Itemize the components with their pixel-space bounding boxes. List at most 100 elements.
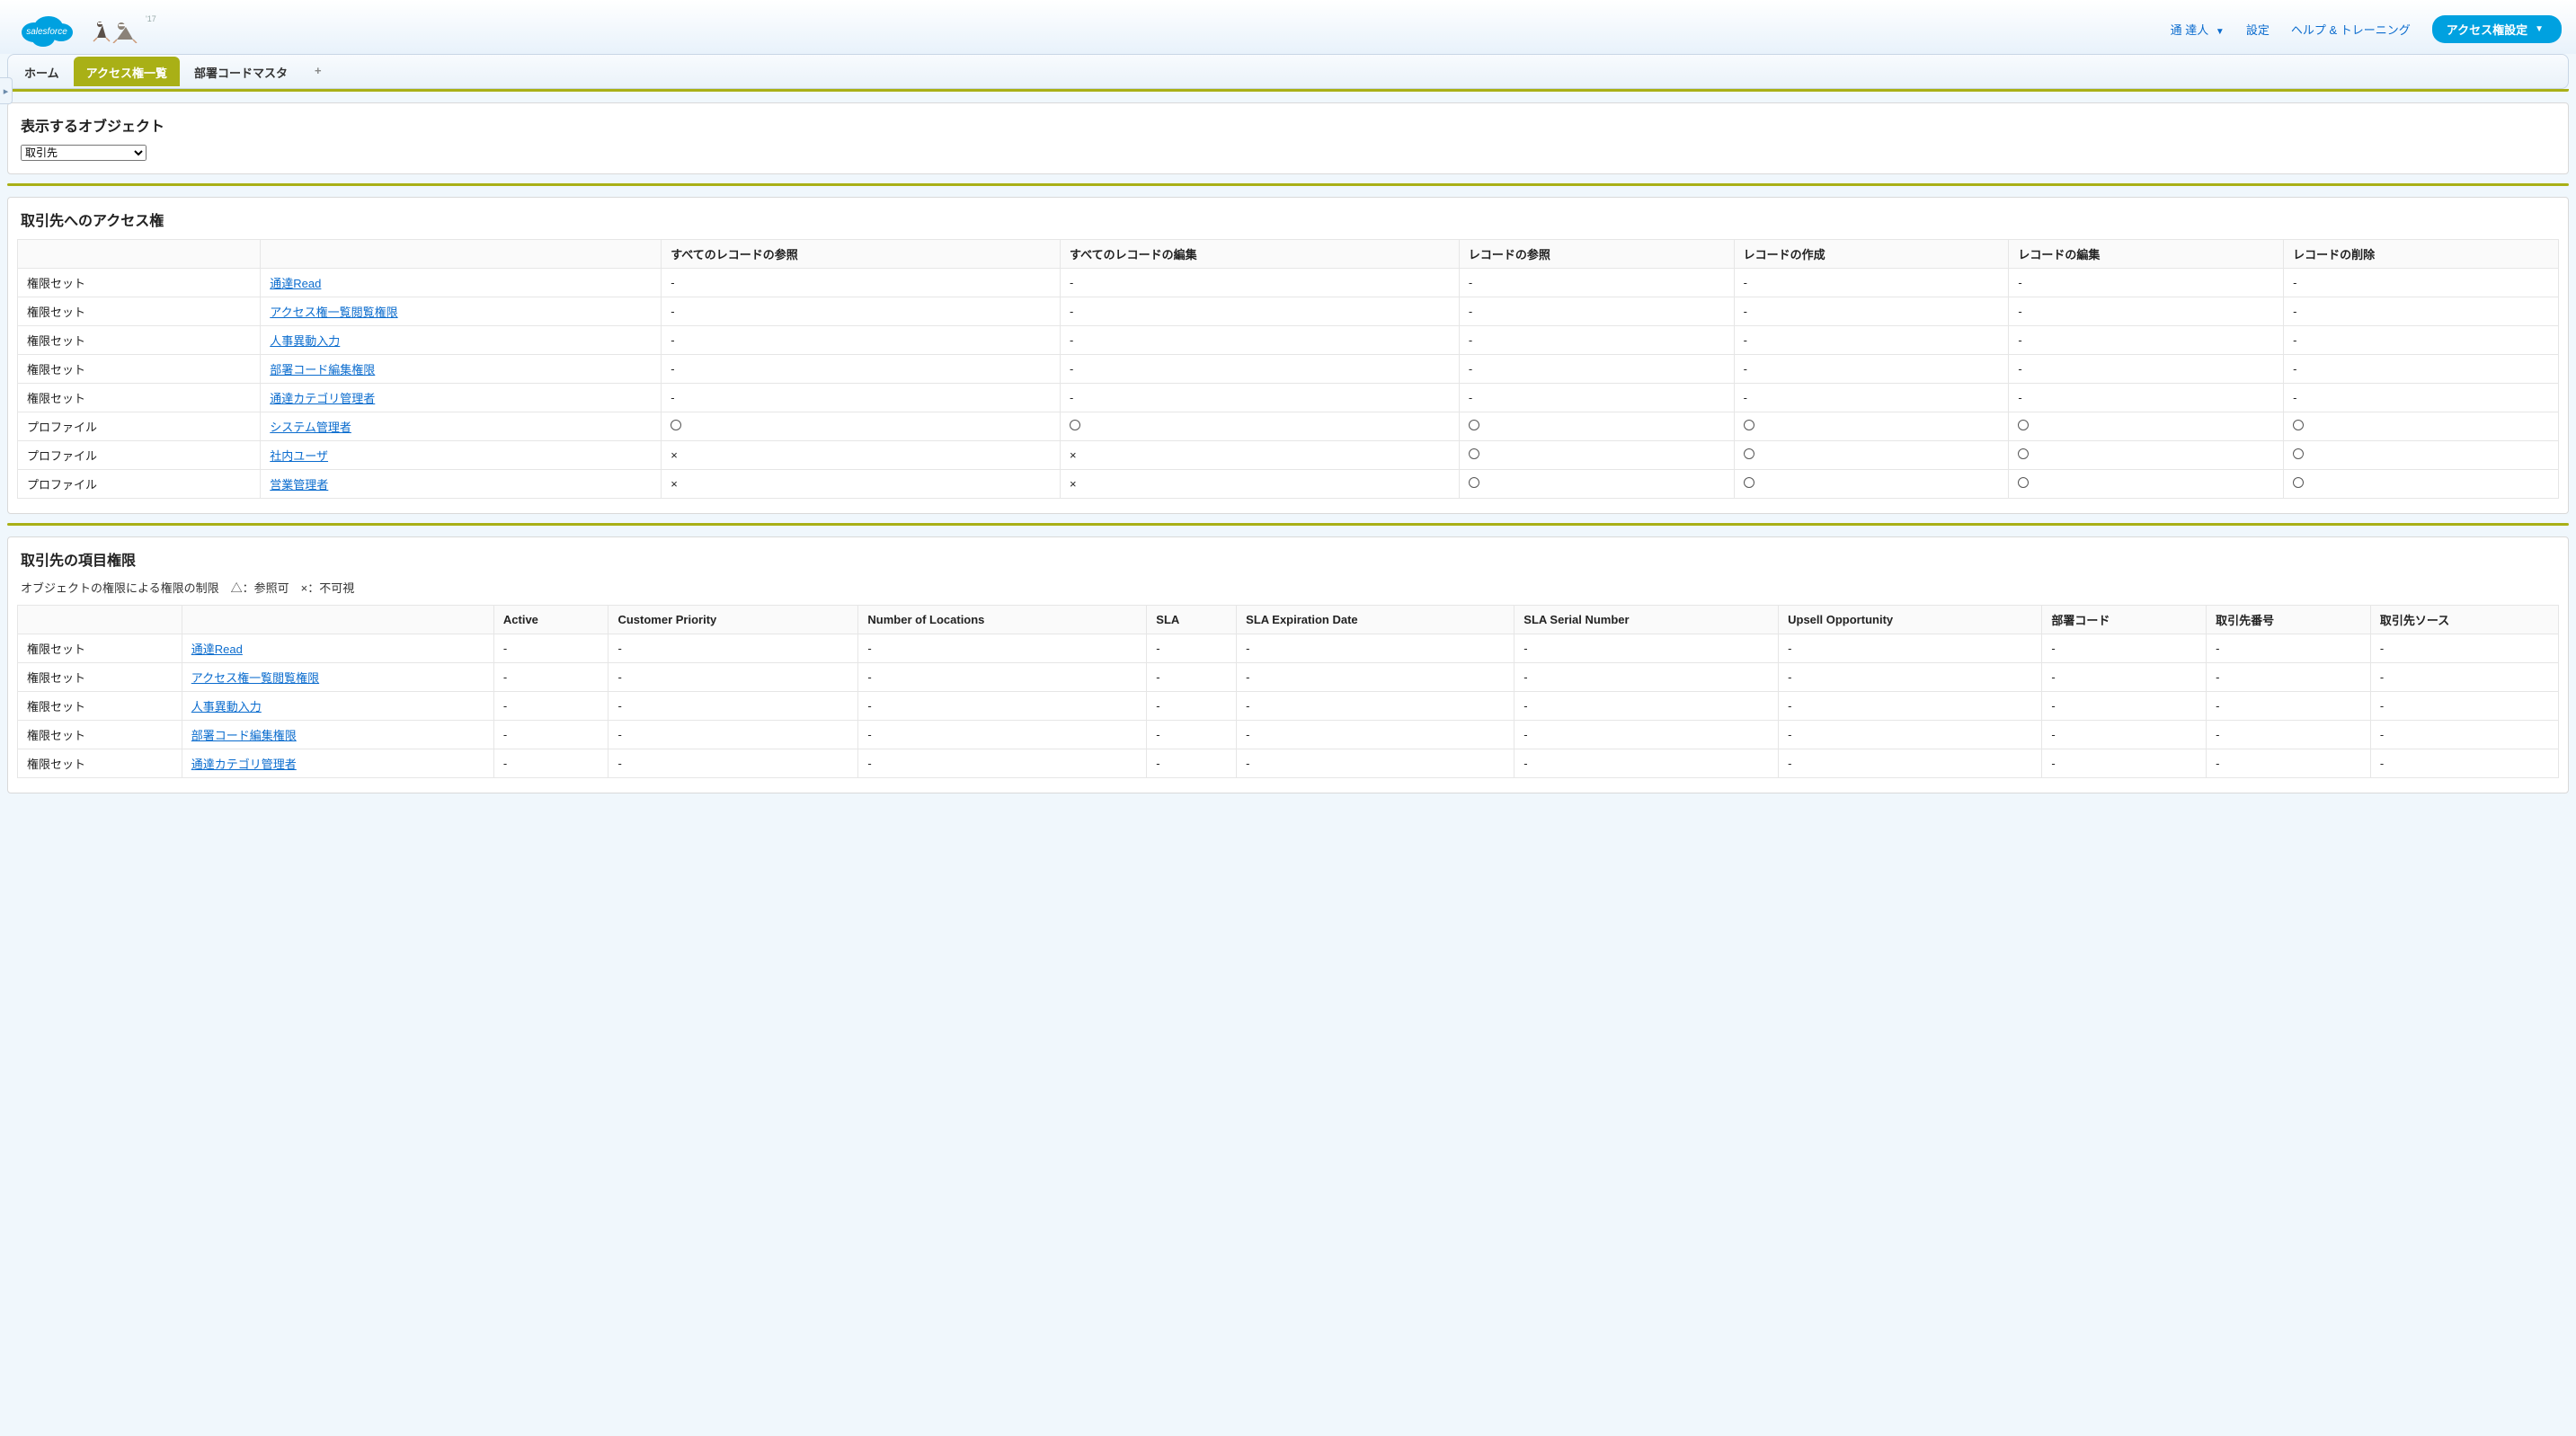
sidebar-toggle[interactable]: ▸ [0,77,13,104]
perm-cell: - [662,297,1061,326]
table-header: SLA Serial Number [1515,606,1779,634]
perm-cell: - [2284,269,2559,297]
perm-cell [1459,441,1734,470]
tab-add[interactable]: + [302,57,334,86]
circle-icon [2018,477,2029,488]
perm-cell: - [1734,326,2009,355]
table-header: 取引先番号 [2207,606,2371,634]
field-table: ActiveCustomer PriorityNumber of Locatio… [17,605,2559,778]
perm-cell: - [2009,269,2284,297]
perm-cell: - [1147,721,1237,749]
access-table: すべてのレコードの参照すべてのレコードの編集レコードの参照レコードの作成レコード… [17,239,2559,499]
perm-cell: - [2009,326,2284,355]
settings-link[interactable]: 設定 [2246,21,2270,38]
permission-link[interactable]: システム管理者 [270,421,351,434]
perm-cell: - [2370,721,2558,749]
permission-link[interactable]: 通達Read [191,643,243,656]
permission-link[interactable]: 部署コード編集権限 [191,729,297,742]
perm-cell: - [1061,384,1460,412]
circle-icon [2018,448,2029,459]
perm-cell: - [2284,326,2559,355]
perm-cell: - [608,634,858,663]
tab-部署コードマスタ[interactable]: 部署コードマスタ [182,57,300,86]
perm-cell: - [662,355,1061,384]
perm-cell: - [2370,663,2558,692]
perm-cell: - [1515,749,1779,778]
permission-link[interactable]: アクセス権一覧閲覧権限 [191,671,319,685]
perm-cell [662,412,1061,441]
user-menu[interactable]: 通 達人 ▼ [2171,21,2225,38]
panel-access-title: 取引先へのアクセス権 [8,198,2568,239]
row-type: プロファイル [18,441,261,470]
perm-cell: - [1061,355,1460,384]
table-row: プロファイルシステム管理者 [18,412,2559,441]
permission-link[interactable]: 人事異動入力 [191,700,262,714]
permission-link[interactable]: 通達カテゴリ管理者 [270,392,375,405]
perm-cell: - [1459,326,1734,355]
table-header: Active [493,606,608,634]
perm-cell: - [1147,749,1237,778]
perm-cell: - [608,721,858,749]
header-left: salesforce '17 [14,7,162,50]
permission-link[interactable]: 部署コード編集権限 [270,363,375,377]
object-select[interactable]: 取引先 [21,145,147,161]
perm-cell [1734,441,2009,470]
tab-underline [7,89,2569,92]
table-row: 権限セットアクセス権一覧閲覧権限---------- [18,663,2559,692]
circle-icon [1744,448,1754,459]
app-switcher-label: アクセス権設定 [2447,21,2527,38]
circle-icon [1744,420,1754,430]
table-row: 権限セットアクセス権一覧閲覧権限------ [18,297,2559,326]
table-header: SLA [1147,606,1237,634]
perm-cell: - [2042,749,2207,778]
permission-link[interactable]: 人事異動入力 [270,334,340,348]
perm-cell: - [2009,384,2284,412]
row-name: 営業管理者 [261,470,662,499]
perm-cell: - [1779,634,2042,663]
perm-cell: - [2284,297,2559,326]
perm-cell: - [493,692,608,721]
perm-cell: - [1237,749,1515,778]
perm-cell: - [493,634,608,663]
table-row: 権限セット部署コード編集権限---------- [18,721,2559,749]
perm-cell: - [493,663,608,692]
header-right: 通 達人 ▼ 設定 ヘルプ & トレーニング アクセス権設定 ▼ [2171,15,2562,43]
perm-cell: - [2207,692,2371,721]
perm-cell: - [858,749,1147,778]
permission-link[interactable]: 通達カテゴリ管理者 [191,758,297,771]
perm-cell [2284,412,2559,441]
tab-アクセス権一覧[interactable]: アクセス権一覧 [74,57,180,86]
circle-icon [2293,477,2304,488]
help-link[interactable]: ヘルプ & トレーニング [2291,21,2411,38]
table-header: Upsell Opportunity [1779,606,2042,634]
panel-field-perms: 取引先の項目権限 オブジェクトの権限による権限の制限 △：参照可 ×：不可視 A… [7,536,2569,793]
row-type: 権限セット [18,384,261,412]
permission-link[interactable]: 社内ユーザ [270,449,328,463]
tab-ホーム[interactable]: ホーム [12,57,72,86]
chevron-down-icon: ▼ [2216,27,2225,37]
row-type: 権限セット [18,269,261,297]
accent-divider [7,183,2569,186]
perm-cell: - [1237,721,1515,749]
permission-link[interactable]: アクセス権一覧閲覧権限 [270,306,397,319]
row-type: 権限セット [18,721,182,749]
perm-cell: - [1237,663,1515,692]
table-row: 権限セット通達Read---------- [18,634,2559,663]
perm-cell: - [1147,692,1237,721]
app-switcher-button[interactable]: アクセス権設定 ▼ [2432,15,2562,43]
circle-icon [2018,420,2029,430]
row-type: 権限セット [18,355,261,384]
perm-cell: - [1459,384,1734,412]
app-branding-icon: '17 [90,13,162,46]
table-row: 権限セット部署コード編集権限------ [18,355,2559,384]
row-name: アクセス権一覧閲覧権限 [182,663,493,692]
row-type: 権限セット [18,663,182,692]
table-header: 部署コード [2042,606,2207,634]
perm-cell: - [493,749,608,778]
row-type: 権限セット [18,749,182,778]
permission-link[interactable]: 営業管理者 [270,478,328,492]
permission-link[interactable]: 通達Read [270,277,321,290]
salesforce-logo[interactable]: salesforce [14,7,79,50]
perm-cell: - [2370,634,2558,663]
perm-cell: - [1147,634,1237,663]
